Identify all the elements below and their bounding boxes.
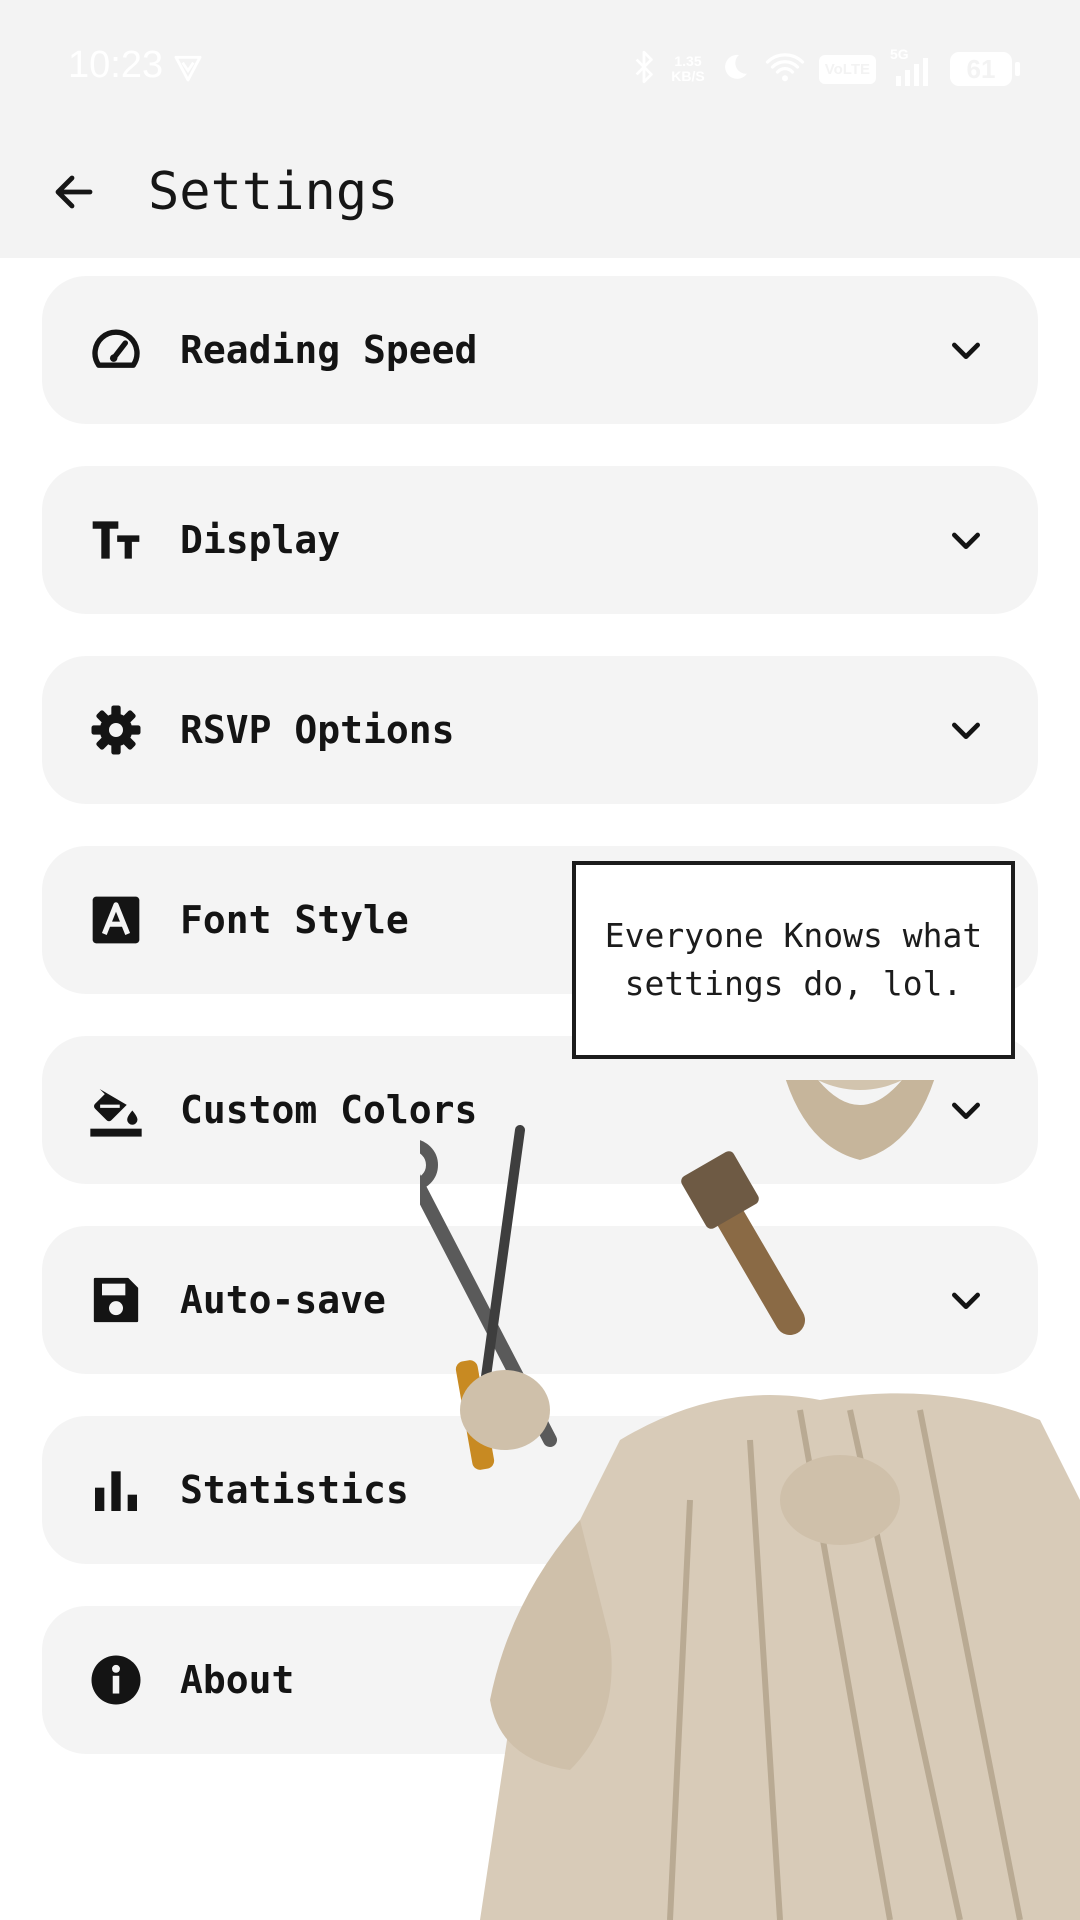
network-speed: 1.35 KB/S xyxy=(671,54,704,84)
setting-display[interactable]: Display xyxy=(42,466,1038,614)
setting-label: Statistics xyxy=(180,1468,409,1512)
app-bar: Settings xyxy=(0,140,1080,258)
font-icon xyxy=(88,892,144,948)
bluetooth-icon xyxy=(631,49,657,89)
meme-caption-line: settings do, lol. xyxy=(624,964,963,1003)
setting-label: RSVP Options xyxy=(180,708,455,752)
status-bar: 10:23 1.35 KB/S VoLTE 5G 61 xyxy=(0,0,1080,140)
chevron-down-icon[interactable] xyxy=(946,330,986,370)
paint-bucket-icon xyxy=(88,1082,144,1138)
back-arrow-icon xyxy=(55,175,93,209)
setting-reading-speed[interactable]: Reading Speed xyxy=(42,276,1038,424)
setting-rsvp-options[interactable]: RSVP Options xyxy=(42,656,1038,804)
gear-icon xyxy=(88,702,144,758)
setting-label: Display xyxy=(180,518,341,562)
network-speed-unit: KB/S xyxy=(671,68,705,84)
status-icons: 1.35 KB/S VoLTE 5G 61 xyxy=(631,46,1020,90)
moon-icon xyxy=(719,51,751,87)
chevron-down-icon[interactable] xyxy=(946,520,986,560)
setting-label: Font Style xyxy=(180,898,409,942)
battery-level: 61 xyxy=(966,53,996,84)
setting-label: Reading Speed xyxy=(180,328,478,372)
info-icon xyxy=(88,1652,144,1708)
status-time: 10:23 xyxy=(68,44,164,86)
vpn-shield-icon xyxy=(172,52,204,88)
settings-screen: 10:23 1.35 KB/S VoLTE 5G 61 Settings Rea… xyxy=(0,0,1080,1920)
setting-label: About xyxy=(180,1658,295,1702)
back-button[interactable] xyxy=(46,164,102,220)
setting-label: Auto-save xyxy=(180,1278,386,1322)
battery-indicator: 61 xyxy=(950,52,1020,86)
bar-chart-icon xyxy=(88,1462,144,1518)
meme-caption-line: Everyone Knows what xyxy=(604,916,983,955)
volte-badge: VoLTE xyxy=(818,54,876,84)
network-speed-value: 1.35 xyxy=(674,53,702,69)
speedometer-icon xyxy=(88,322,144,378)
meme-caption: Everyone Knows what settings do, lol. xyxy=(572,861,1015,1059)
save-icon xyxy=(88,1272,144,1328)
wifi-icon xyxy=(765,51,805,87)
signal-icon: 5G xyxy=(890,46,936,88)
chevron-down-icon[interactable] xyxy=(946,710,986,750)
statue-illustration xyxy=(420,1080,1080,1920)
text-size-icon xyxy=(88,512,144,568)
page-title: Settings xyxy=(148,162,399,222)
